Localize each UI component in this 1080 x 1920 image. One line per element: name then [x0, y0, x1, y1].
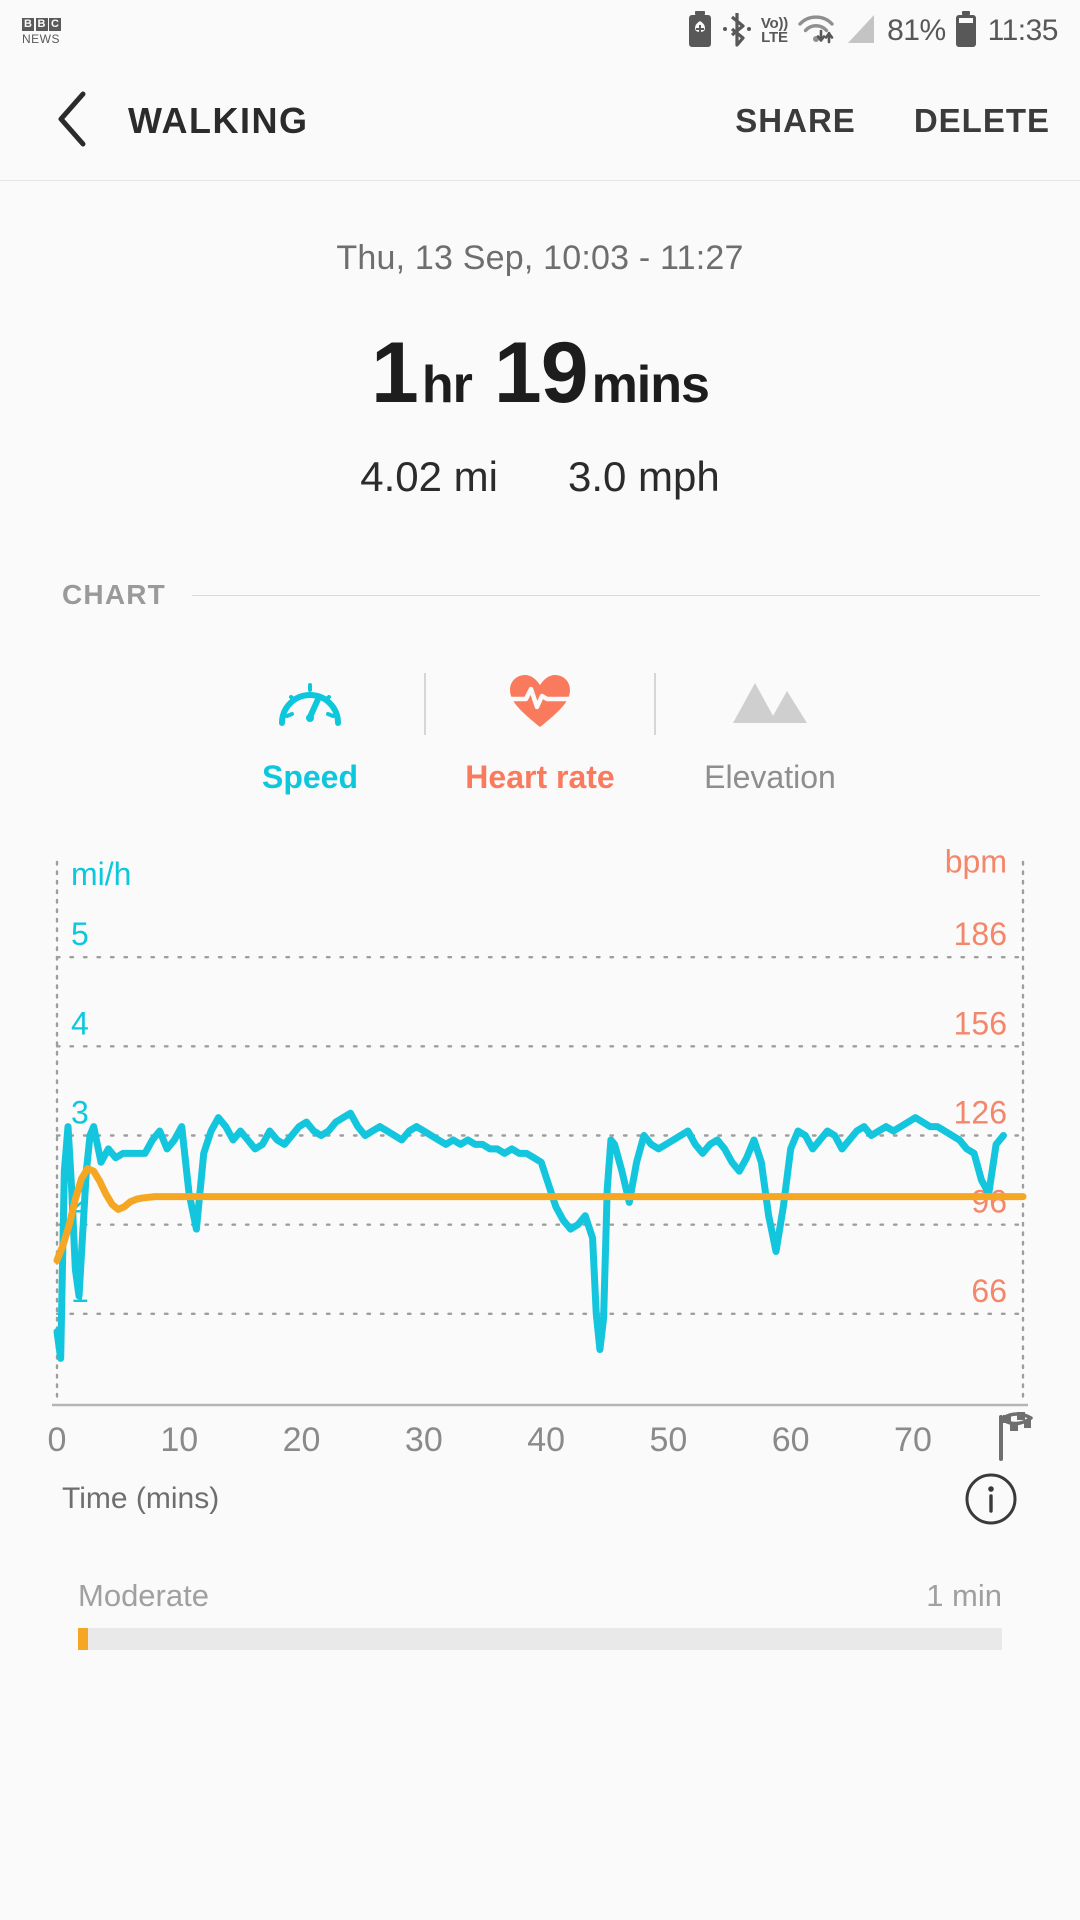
x-axis-tick-label: 30	[405, 1421, 443, 1459]
tab-speed[interactable]: Speed	[196, 669, 424, 796]
bbc-letter: B	[22, 18, 34, 31]
zone-progress-track	[78, 1628, 1002, 1650]
bbc-letter: C	[49, 18, 61, 31]
volte-icon: Vo)) LTE	[761, 17, 788, 45]
bbc-blocks: B B C	[22, 18, 61, 31]
wifi-icon	[797, 12, 835, 51]
left-axis-tick-label: 3	[71, 1095, 89, 1131]
pace-value: 3.0 mph	[568, 453, 720, 501]
signal-icon	[844, 13, 878, 50]
status-bar: B B C NEWS Vo)) LTE 81%	[0, 0, 1080, 62]
workout-chart: 518641563126296166mi/hbpm010203040506070	[0, 848, 1080, 1468]
distance-value: 4.02 mi	[360, 453, 498, 501]
chart-footer: Time (mins)	[62, 1472, 1018, 1526]
x-axis-tick-label: 10	[160, 1421, 198, 1459]
heart-pulse-icon	[504, 669, 576, 731]
clock-label: 11:35	[988, 14, 1058, 48]
x-axis-tick-label: 40	[527, 1421, 565, 1459]
x-axis-label: Time (mins)	[62, 1482, 219, 1516]
x-axis-tick-label: 20	[283, 1421, 321, 1459]
right-axis-tick-label: 156	[954, 1005, 1007, 1041]
mountain-icon	[729, 669, 811, 731]
zone-name-label: Moderate	[78, 1578, 209, 1614]
date-range-label: Thu, 13 Sep, 10:03 - 11:27	[0, 239, 1080, 278]
battery-icon	[955, 11, 977, 52]
chart-tabs: Speed Heart rate Elevation	[0, 669, 1080, 796]
x-axis-tick-label: 50	[649, 1421, 687, 1459]
left-axis-unit-label: mi/h	[71, 856, 131, 892]
bluetooth-icon	[722, 11, 752, 52]
right-axis-unit-label: bpm	[945, 848, 1007, 879]
metrics-row: 4.02 mi 3.0 mph	[0, 453, 1080, 501]
zone-time-label: 1 min	[926, 1578, 1002, 1614]
back-button[interactable]	[42, 90, 104, 152]
chevron-left-icon	[53, 90, 93, 153]
intensity-zone: Moderate 1 min	[78, 1578, 1002, 1650]
section-divider	[192, 595, 1040, 596]
left-axis-tick-label: 4	[71, 1005, 89, 1041]
battery-saver-icon	[687, 11, 713, 52]
share-button[interactable]: SHARE	[735, 102, 856, 140]
tab-speed-label: Speed	[262, 759, 358, 796]
x-axis-tick-label: 0	[48, 1421, 67, 1459]
right-axis-tick-label: 66	[971, 1273, 1007, 1309]
chart-section-label: CHART	[62, 579, 166, 611]
left-axis-tick-label: 5	[71, 916, 89, 952]
right-axis-tick-label: 126	[954, 1095, 1007, 1131]
chart-canvas: 518641563126296166mi/hbpm010203040506070	[0, 848, 1080, 1468]
battery-percent-label: 81%	[887, 14, 946, 48]
x-axis-tick-label: 60	[772, 1421, 810, 1459]
duration-minutes: 19	[494, 325, 588, 421]
carrier-logo: B B C NEWS	[22, 18, 61, 45]
tab-elevation-label: Elevation	[704, 759, 836, 796]
info-circle-icon[interactable]	[964, 1472, 1018, 1526]
workout-summary: Thu, 13 Sep, 10:03 - 11:27 1hr 19mins 4.0…	[0, 181, 1080, 501]
chart-section-header: CHART	[62, 579, 1040, 611]
page-title: WALKING	[128, 100, 308, 142]
tab-elevation[interactable]: Elevation	[656, 669, 884, 796]
duration-hours-unit: hr	[422, 356, 472, 414]
chart-series-speed	[57, 1113, 1003, 1358]
right-axis-tick-label: 186	[954, 916, 1007, 952]
duration-value: 1hr 19mins	[0, 324, 1080, 423]
checkered-flag-icon	[1001, 1412, 1031, 1459]
carrier-sublabel: NEWS	[22, 33, 61, 45]
app-bar: WALKING SHARE DELETE	[0, 62, 1080, 181]
tab-heart-rate[interactable]: Heart rate	[426, 669, 654, 796]
zone-progress-fill	[78, 1628, 88, 1650]
duration-hours: 1	[371, 325, 418, 421]
speedometer-icon	[274, 669, 346, 731]
bbc-letter: B	[36, 18, 48, 31]
duration-minutes-unit: mins	[592, 356, 709, 414]
tab-heart-rate-label: Heart rate	[465, 759, 614, 796]
delete-button[interactable]: DELETE	[914, 102, 1050, 140]
x-axis-tick-label: 70	[894, 1421, 932, 1459]
